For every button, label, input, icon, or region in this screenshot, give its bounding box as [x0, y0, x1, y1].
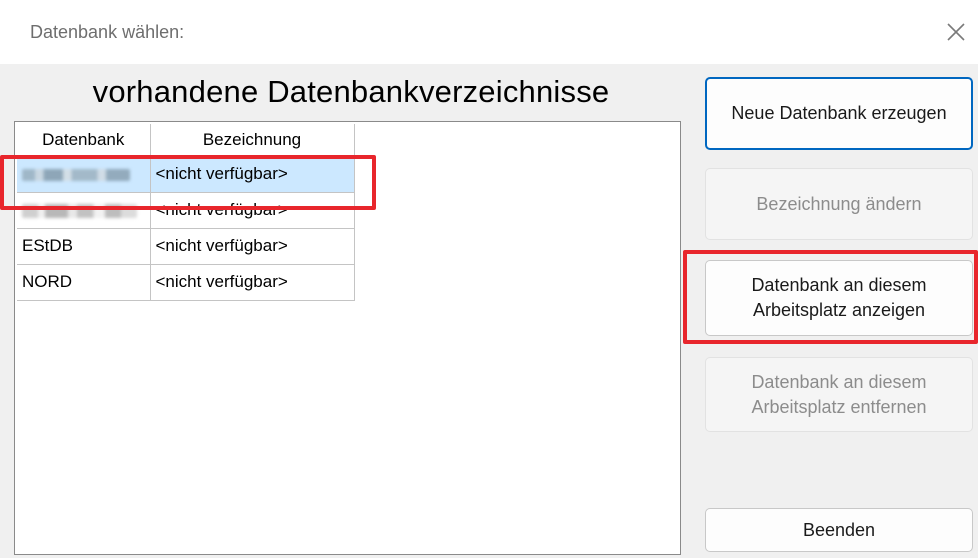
create-database-label: Neue Datenbank erzeugen — [731, 103, 947, 123]
database-description: <nicht verfügbar> — [150, 228, 355, 265]
column-header-bezeichnung[interactable]: Bezeichnung — [150, 124, 355, 157]
table-row[interactable]: EStDB <nicht verfügbar> — [17, 228, 355, 265]
quit-label: Beenden — [802, 519, 876, 540]
column-header-datenbank[interactable]: Datenbank — [17, 124, 151, 157]
table-row[interactable]: NORD <nicht verfügbar> — [17, 264, 355, 301]
database-name: EStDB — [17, 228, 151, 265]
database-name: NORD — [17, 264, 151, 301]
database-table: Datenbank Bezeichnung <nicht verfügbar> … — [17, 124, 355, 301]
rename-description-label: Bezeichnung ändern — [756, 193, 922, 214]
remove-database-label-line1: Datenbank an diesem — [751, 371, 927, 392]
table-header-row: Datenbank Bezeichnung — [17, 124, 355, 157]
list-heading: vorhandene Datenbankverzeichnisse — [92, 74, 610, 109]
remove-database-label-line2: Arbeitsplatz entfernen — [751, 396, 927, 417]
highlight-box-selected-row — [0, 155, 376, 210]
remove-database-button[interactable]: Datenbank an diesem Arbeitsplatz entfern… — [705, 357, 973, 432]
title-bar: Datenbank wählen: — [0, 0, 978, 64]
quit-button[interactable]: Beenden — [705, 508, 973, 552]
rename-description-button[interactable]: Bezeichnung ändern — [705, 168, 973, 240]
window-title: Datenbank wählen: — [30, 22, 185, 42]
highlight-box-show-button — [683, 250, 978, 344]
close-icon[interactable] — [944, 20, 968, 44]
database-description: <nicht verfügbar> — [150, 264, 355, 301]
create-database-button[interactable]: Neue Datenbank erzeugen — [705, 77, 973, 150]
